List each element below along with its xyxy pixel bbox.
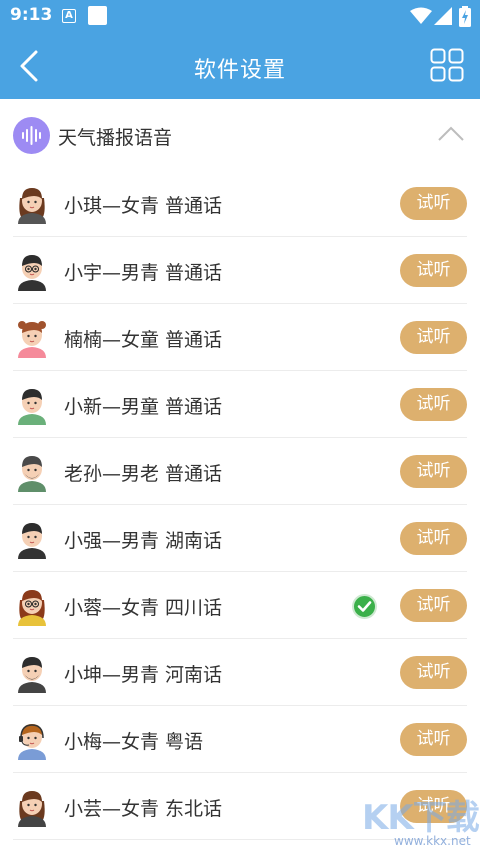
notification-app-icon: A [62, 9, 76, 23]
section-title: 天气播报语音 [58, 127, 173, 149]
little-boy-avatar [14, 385, 50, 425]
voice-row[interactable]: 小宇—男青 普通话 试听 [0, 237, 480, 304]
voice-row[interactable]: 小琪—女青 普通话 试听 [0, 170, 480, 237]
voice-label: 小琪—女青 普通话 [64, 195, 223, 217]
preview-button[interactable]: 试听 [400, 187, 467, 220]
voice-label: 小宇—男青 普通话 [64, 262, 223, 284]
woman-avatar [14, 787, 50, 827]
bearded-man-avatar [14, 653, 50, 693]
battery-charging-icon [459, 6, 471, 27]
little-girl-avatar [14, 318, 50, 358]
preview-button[interactable]: 试听 [400, 656, 467, 689]
watermark-url: www.kkx.net [394, 834, 471, 848]
voice-row[interactable]: 楠楠—女童 普通话 试听 [0, 304, 480, 371]
voice-label: 楠楠—女童 普通话 [64, 329, 223, 351]
preview-button[interactable]: 试听 [400, 321, 467, 354]
voice-row[interactable]: 小强—男青 湖南话 试听 [0, 505, 480, 572]
notification-square-icon [88, 6, 107, 25]
voice-label: 小梅—女青 粤语 [64, 731, 204, 753]
signal-icon [434, 7, 452, 25]
voice-label: 小蓉—女青 四川话 [64, 597, 223, 619]
young-man-avatar [14, 519, 50, 559]
status-bar: 9:13 A [0, 0, 480, 32]
voice-row[interactable]: 小梅—女青 粤语 试听 [0, 706, 480, 773]
voice-row[interactable]: 老孙—男老 普通话 试听 [0, 438, 480, 505]
old-man-avatar [14, 452, 50, 492]
preview-button[interactable]: 试听 [400, 723, 467, 756]
voice-wave-icon [13, 117, 50, 154]
watermark-logo: KK下载 [362, 798, 480, 838]
weather-voice-section-header[interactable]: 天气播报语音 [0, 99, 480, 169]
voice-list: 小琪—女青 普通话 试听 小宇—男青 普通话 试听 楠楠—女童 普通话 试听 小新—男童 普… [0, 170, 480, 840]
watermark: KK下载 www.kkx.net [352, 790, 480, 852]
title-bar: 软件设置 [0, 32, 480, 99]
preview-button[interactable]: 试听 [400, 388, 467, 421]
voice-row[interactable]: 小蓉—女青 四川话 试听 [0, 572, 480, 639]
preview-button[interactable]: 试听 [400, 254, 467, 287]
voice-label: 小强—男青 湖南话 [64, 530, 223, 552]
wifi-icon [410, 7, 432, 24]
voice-label: 老孙—男老 普通话 [64, 463, 223, 485]
headset-woman-avatar [14, 720, 50, 760]
voice-row[interactable]: 小坤—男青 河南话 试听 [0, 639, 480, 706]
boy-glasses-avatar [14, 251, 50, 291]
girl-avatar [14, 184, 50, 224]
voice-label: 小新—男童 普通话 [64, 396, 223, 418]
status-time: 9:13 [10, 5, 53, 25]
preview-button[interactable]: 试听 [400, 589, 467, 622]
voice-label: 小芸—女青 东北话 [64, 798, 223, 820]
voice-label: 小坤—男青 河南话 [64, 664, 223, 686]
woman-glasses-avatar [14, 586, 50, 626]
grid-menu-icon[interactable] [430, 48, 464, 82]
page-title: 软件设置 [193, 58, 286, 83]
voice-row[interactable]: 小新—男童 普通话 试听 [0, 371, 480, 438]
preview-button[interactable]: 试听 [400, 455, 467, 488]
selected-check-icon [352, 594, 377, 619]
preview-button[interactable]: 试听 [400, 522, 467, 555]
chevron-up-icon[interactable] [438, 125, 464, 141]
